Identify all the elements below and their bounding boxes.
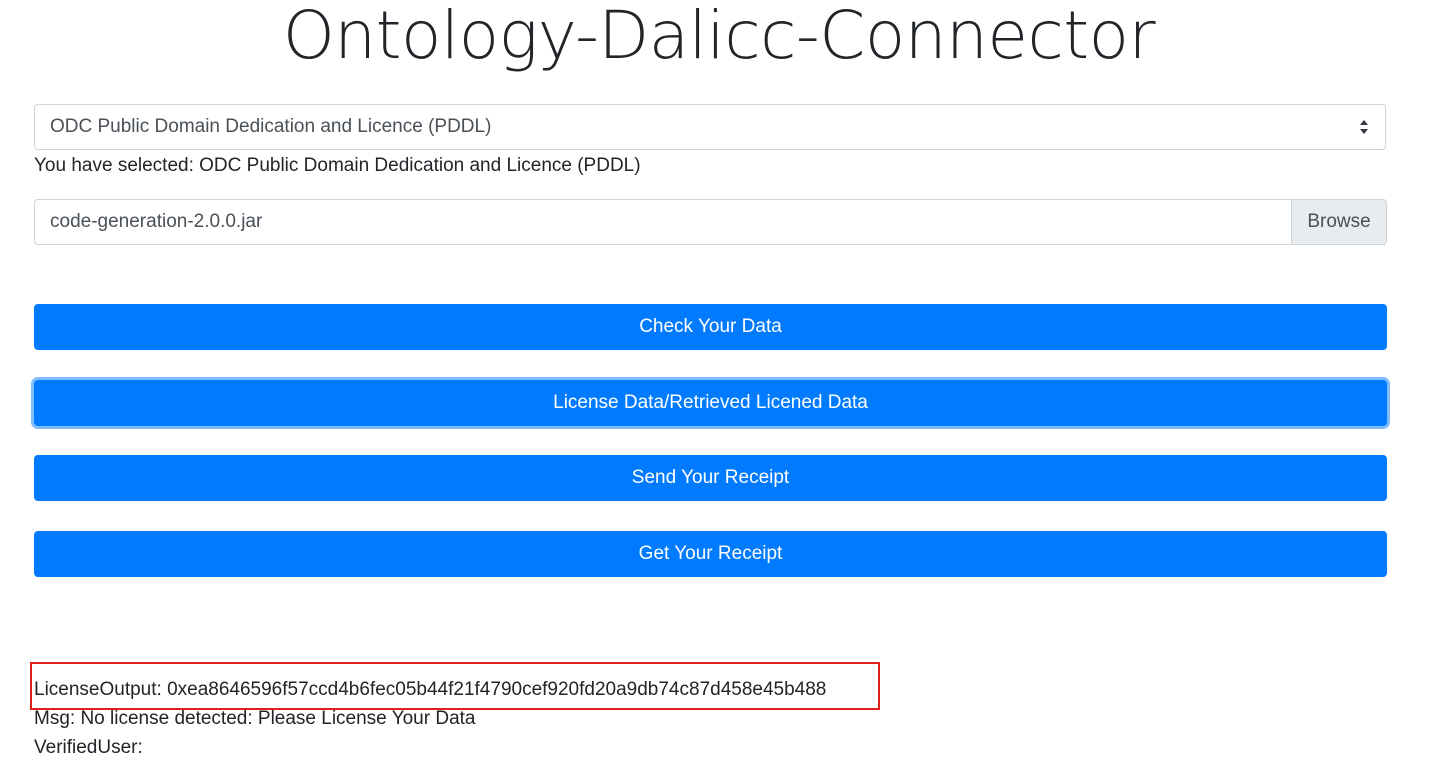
- verified-user-text: VerifiedUser:: [34, 737, 143, 758]
- page-title: Ontology-Dalicc-Connector: [282, 0, 1156, 74]
- send-your-receipt-button[interactable]: Send Your Receipt: [34, 455, 1387, 501]
- check-your-data-button[interactable]: Check Your Data: [34, 304, 1387, 350]
- file-input[interactable]: code-generation-2.0.0.jar Browse: [34, 199, 1387, 245]
- message-text: Msg: No license detected: Please License…: [34, 708, 476, 729]
- select-arrows-icon: [1360, 120, 1368, 134]
- license-output-text: LicenseOutput: 0xea8646596f57ccd4b6fec05…: [34, 679, 827, 700]
- license-data-button[interactable]: License Data/Retrieved Licened Data: [34, 380, 1387, 426]
- browse-button[interactable]: Browse: [1291, 200, 1386, 244]
- selected-license-text: You have selected: ODC Public Domain Ded…: [34, 155, 641, 176]
- license-select[interactable]: ODC Public Domain Dedication and Licence…: [34, 104, 1386, 150]
- license-select-value: ODC Public Domain Dedication and Licence…: [50, 116, 492, 137]
- get-your-receipt-button[interactable]: Get Your Receipt: [34, 531, 1387, 577]
- file-name-label: code-generation-2.0.0.jar: [50, 211, 263, 232]
